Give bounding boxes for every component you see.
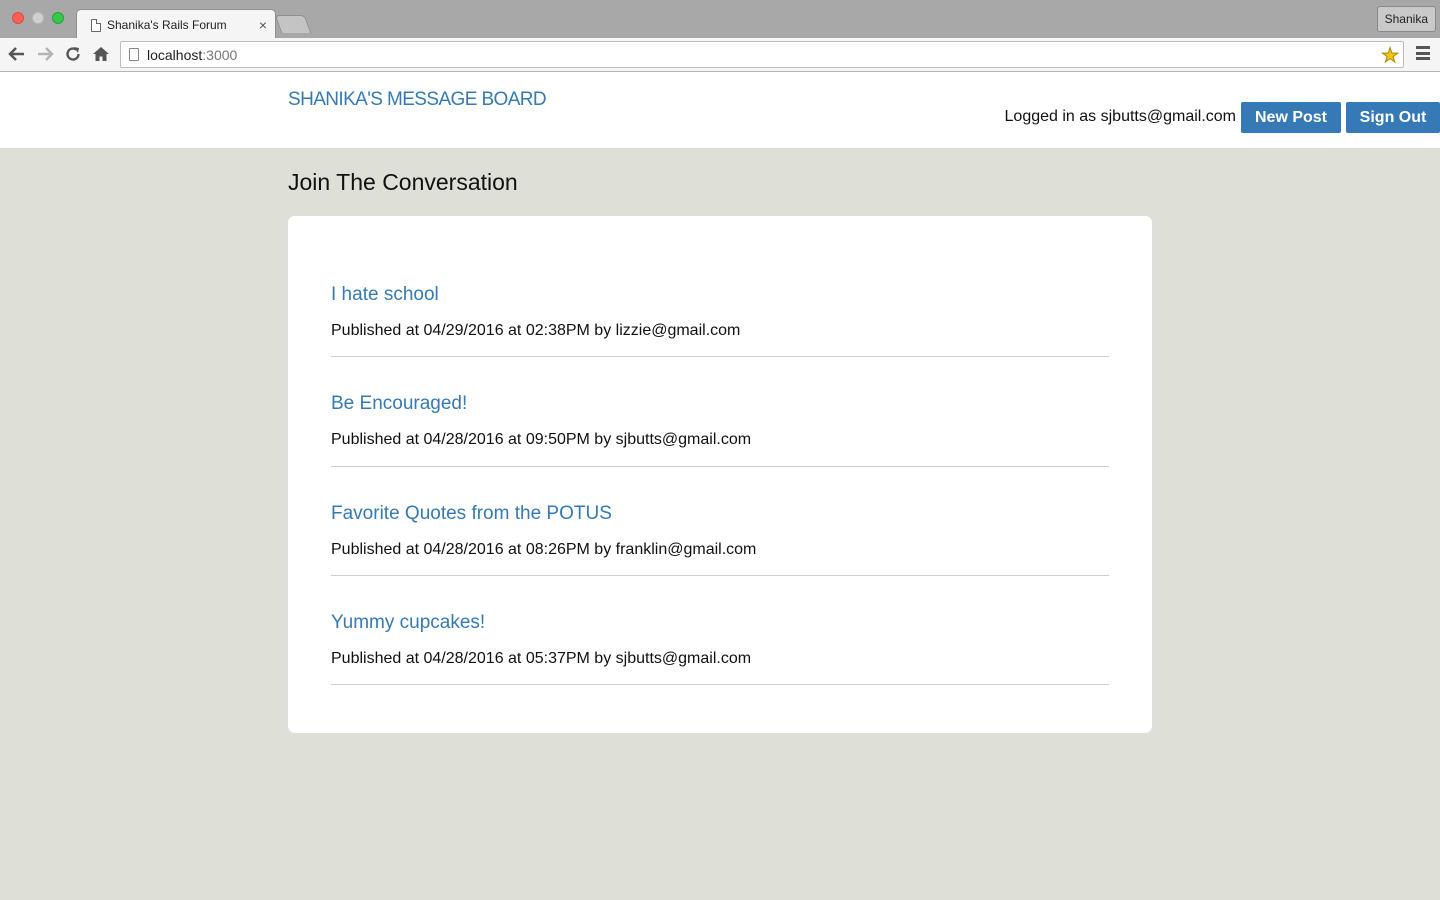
site-brand-link[interactable]: SHANIKA'S MESSAGE BOARD bbox=[288, 89, 547, 111]
forward-arrow-icon[interactable] bbox=[35, 44, 55, 64]
window-minimize-icon[interactable] bbox=[32, 12, 44, 24]
post-title-link[interactable]: Favorite Quotes from the POTUS bbox=[331, 503, 1109, 525]
address-bar[interactable]: localhost:3000 ★ bbox=[120, 41, 1404, 68]
reload-icon[interactable] bbox=[63, 44, 83, 64]
post-item: I hate school Published at 04/29/2016 at… bbox=[331, 284, 1109, 357]
url-text: localhost:3000 bbox=[147, 47, 238, 63]
post-title-link[interactable]: Be Encouraged! bbox=[331, 393, 1109, 415]
post-meta: Published at 04/28/2016 at 09:50PM by sj… bbox=[331, 431, 752, 448]
back-arrow-icon[interactable] bbox=[7, 44, 27, 64]
sign-out-button[interactable]: Sign Out bbox=[1346, 102, 1440, 133]
window-close-icon[interactable] bbox=[12, 12, 24, 24]
logged-in-status: Logged in as sjbutts@gmail.com bbox=[1004, 108, 1236, 125]
page-icon bbox=[91, 18, 101, 32]
post-meta: Published at 04/29/2016 at 02:38PM by li… bbox=[331, 322, 741, 339]
posts-card: I hate school Published at 04/29/2016 at… bbox=[288, 216, 1152, 733]
post-item: Yummy cupcakes! Published at 04/28/2016 … bbox=[331, 612, 1109, 685]
window-maximize-icon[interactable] bbox=[52, 12, 64, 24]
browser-tab-strip: Shanika's Rails Forum × Shanika bbox=[0, 0, 1440, 39]
post-item: Favorite Quotes from the POTUS Published… bbox=[331, 503, 1109, 576]
bookmark-star-icon[interactable]: ★ bbox=[1381, 43, 1400, 68]
new-tab-button[interactable] bbox=[274, 15, 312, 33]
browser-tab[interactable]: Shanika's Rails Forum × bbox=[76, 9, 276, 39]
post-meta: Published at 04/28/2016 at 08:26PM by fr… bbox=[331, 541, 757, 558]
post-item: Be Encouraged! Published at 04/28/2016 a… bbox=[331, 393, 1109, 467]
new-post-button[interactable]: New Post bbox=[1241, 102, 1341, 133]
home-icon[interactable] bbox=[91, 44, 111, 64]
page-title: Join The Conversation bbox=[288, 169, 518, 195]
browser-menu-icon[interactable] bbox=[1416, 46, 1430, 60]
post-title-link[interactable]: I hate school bbox=[331, 284, 1109, 306]
profile-button[interactable]: Shanika bbox=[1376, 6, 1436, 32]
tab-title: Shanika's Rails Forum bbox=[107, 18, 227, 32]
browser-toolbar: localhost:3000 ★ bbox=[0, 38, 1440, 72]
post-title-link[interactable]: Yummy cupcakes! bbox=[331, 612, 1109, 634]
site-header: SHANIKA'S MESSAGE BOARD Logged in as sjb… bbox=[0, 72, 1440, 148]
tab-close-icon[interactable]: × bbox=[259, 17, 267, 33]
post-meta: Published at 04/28/2016 at 05:37PM by sj… bbox=[331, 650, 752, 667]
page-icon bbox=[129, 48, 139, 61]
